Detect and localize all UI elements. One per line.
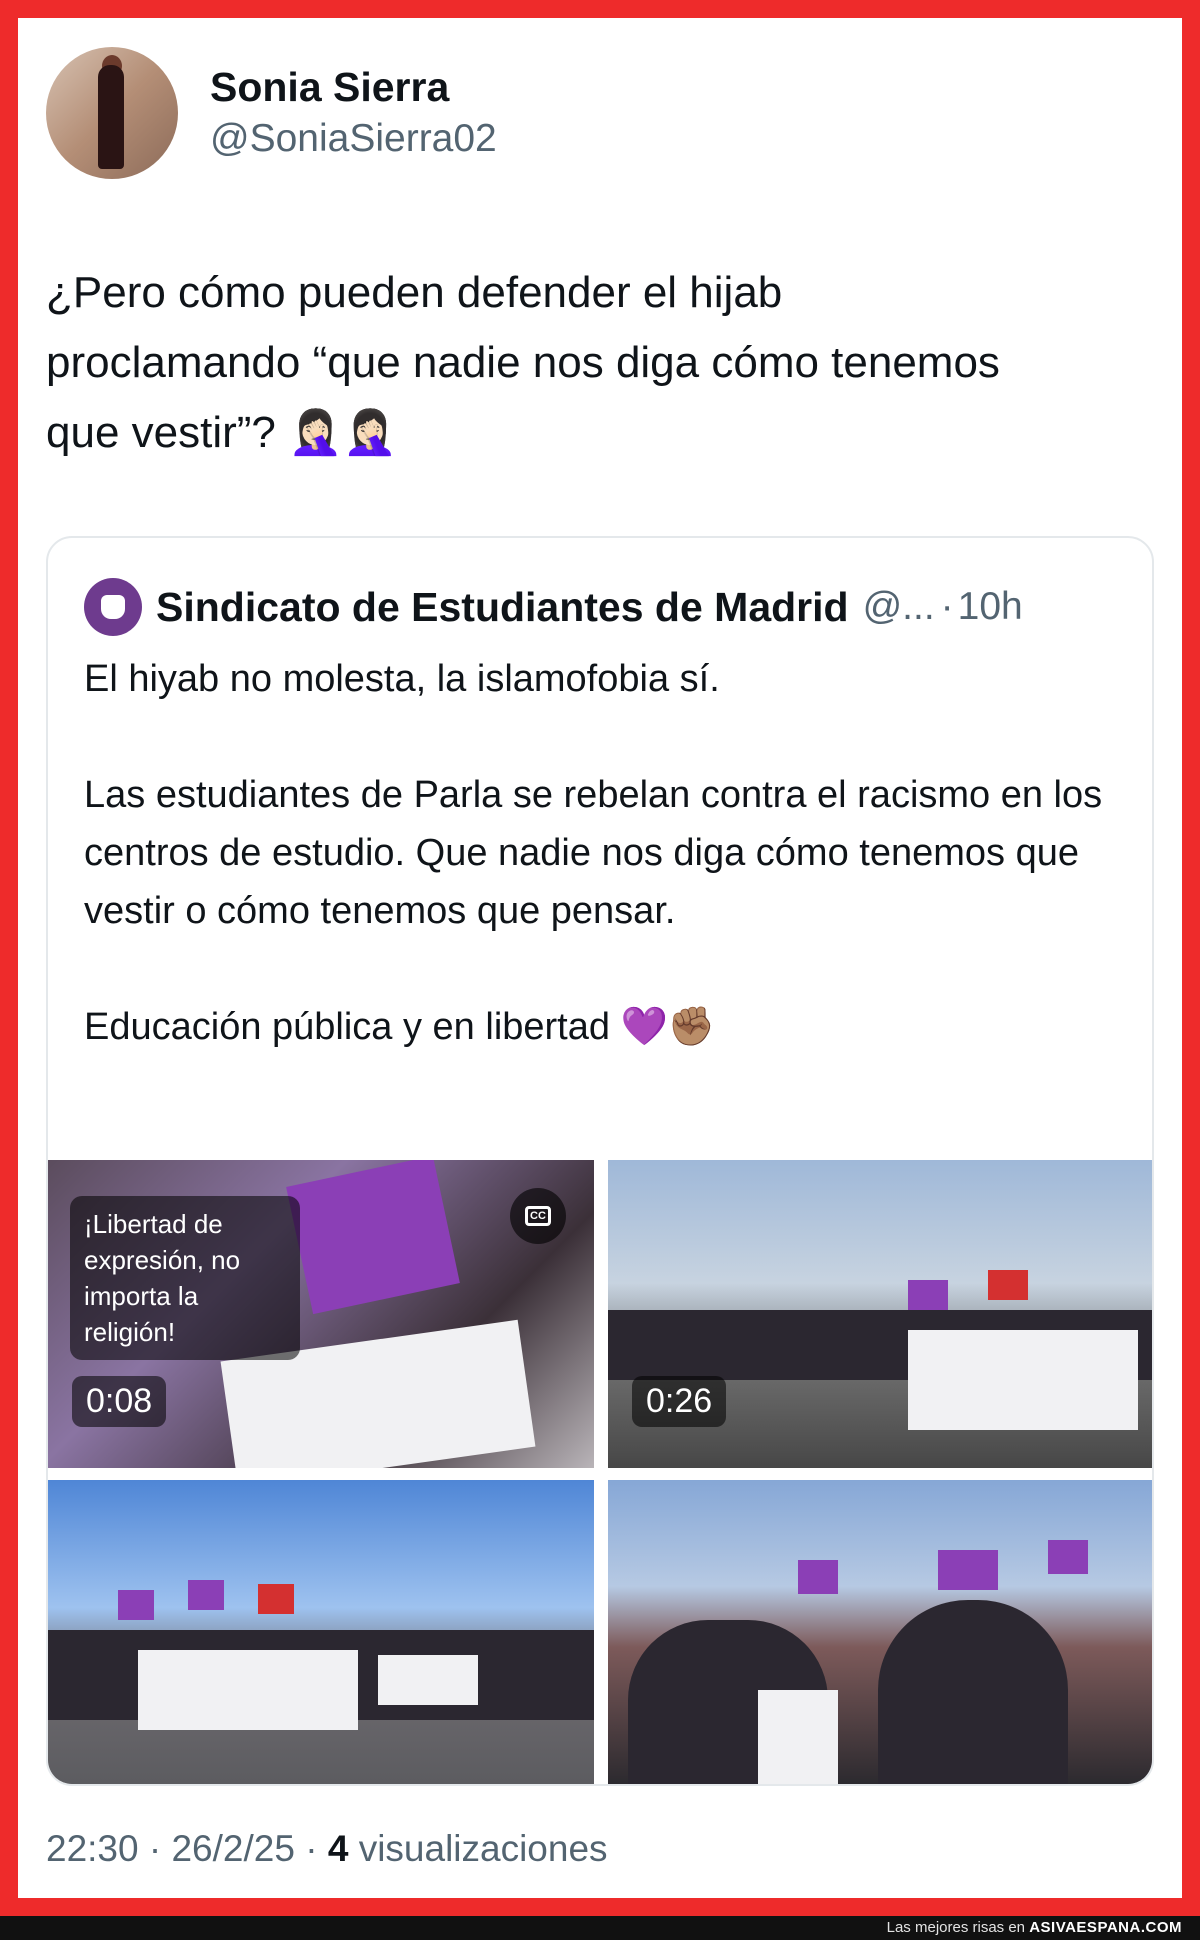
photo-thumbnail-4[interactable] (608, 1480, 1152, 1784)
quoted-author-avatar[interactable] (84, 578, 142, 636)
post-text: ¿Pero cómo pueden defender el hijab proc… (46, 268, 1000, 457)
quoted-paragraph: Educación pública y en libertad 💜✊🏽 (84, 1006, 716, 1048)
media-grid: ¡Libertad de expresión, no importa la re… (48, 1160, 1152, 1784)
quoted-post[interactable]: Sindicato de Estudiantes de Madrid @... … (46, 536, 1154, 1786)
video-duration: 0:26 (632, 1376, 727, 1427)
purple-flag (1048, 1540, 1088, 1574)
red-flag (988, 1270, 1028, 1300)
protester (878, 1600, 1068, 1784)
post-meta: 22:30 · 26/2/25 · 4 visualizaciones (46, 1828, 608, 1870)
video-thumbnail-2[interactable]: 0:26 (608, 1160, 1152, 1468)
quoted-author-name[interactable]: Sindicato de Estudiantes de Madrid (156, 584, 849, 631)
quoted-post-text: El hiyab no molesta, la islamofobia sí. … (84, 650, 1124, 1056)
post-card: Sonia Sierra @SoniaSierra02 ¿Pero cómo p… (18, 18, 1182, 1898)
protest-banner (908, 1330, 1138, 1430)
quoted-header-separator: · (940, 585, 954, 628)
watermark-prefix: Las mejores risas en (886, 1919, 1026, 1936)
purple-flag (286, 1160, 460, 1315)
raised-fist-logo-icon (101, 595, 125, 619)
video-subtitle: ¡Libertad de expresión, no importa la re… (70, 1196, 300, 1360)
purple-flag (908, 1280, 948, 1310)
author-handle[interactable]: @SoniaSierra02 (210, 113, 497, 165)
views-label: visualizaciones (358, 1828, 608, 1869)
purple-flag (938, 1550, 998, 1590)
post-header: Sonia Sierra @SoniaSierra02 (46, 46, 497, 180)
avatar-figure (98, 65, 124, 169)
author-avatar[interactable] (46, 47, 178, 179)
red-flag (258, 1584, 294, 1614)
post-date[interactable]: 26/2/25 (171, 1828, 294, 1869)
purple-flag (188, 1580, 224, 1610)
quoted-paragraph: Las estudiantes de Parla se rebelan cont… (84, 774, 1103, 932)
author-display-name[interactable]: Sonia Sierra (210, 61, 497, 113)
purple-flag (118, 1590, 154, 1620)
video-duration: 0:08 (72, 1376, 167, 1427)
quoted-post-time[interactable]: 10h (958, 585, 1023, 629)
protest-banner (138, 1650, 358, 1730)
quoted-author-handle[interactable]: @... (863, 585, 935, 629)
views-count: 4 (327, 1828, 349, 1869)
quoted-post-header: Sindicato de Estudiantes de Madrid @... … (84, 576, 1023, 638)
protest-banner (758, 1690, 838, 1784)
protest-banner (378, 1655, 478, 1705)
video-thumbnail-1[interactable]: ¡Libertad de expresión, no importa la re… (48, 1160, 594, 1468)
quoted-paragraph: El hiyab no molesta, la islamofobia sí. (84, 658, 720, 700)
purple-flag (798, 1560, 838, 1594)
meta-separator: · (305, 1828, 318, 1869)
photo-thumbnail-3[interactable] (48, 1480, 594, 1784)
site-watermark: Las mejores risas en ASIVAESPANA.COM (0, 1916, 1200, 1940)
closed-captions-icon[interactable]: CC (510, 1188, 566, 1244)
meta-separator: · (148, 1828, 162, 1869)
post-time[interactable]: 22:30 (46, 1828, 139, 1869)
author-names: Sonia Sierra @SoniaSierra02 (210, 61, 497, 165)
watermark-site[interactable]: ASIVAESPANA.COM (1029, 1919, 1182, 1936)
